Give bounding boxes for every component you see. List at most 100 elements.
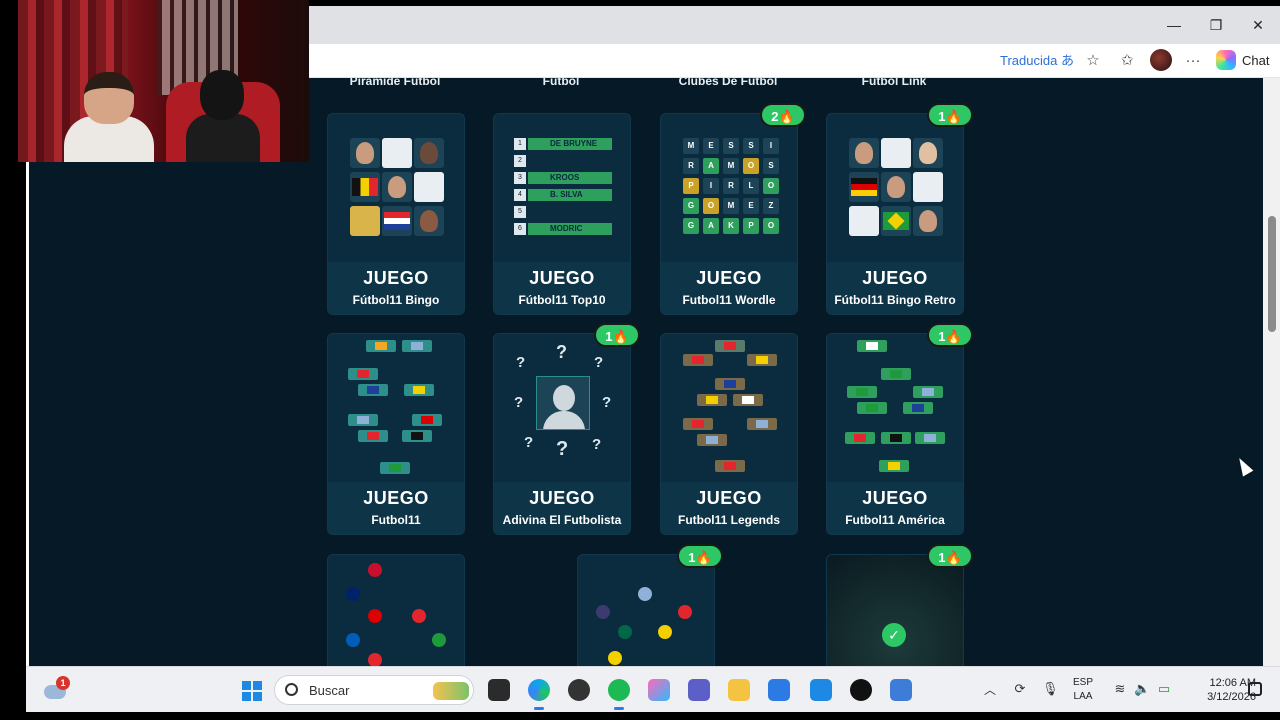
favorite-star-icon[interactable]: ☆	[1082, 50, 1104, 72]
wordle-cell: M	[723, 198, 739, 214]
more-menu-icon[interactable]: ···	[1182, 50, 1204, 72]
favorites-icon[interactable]: ✩	[1116, 50, 1138, 72]
card-title: Futbol11 Legends	[677, 513, 780, 527]
streak-badge: 1🔥	[927, 103, 973, 127]
outlook-icon[interactable]	[890, 679, 912, 701]
notification-badge: 1	[56, 676, 70, 690]
wordle-cell: E	[743, 198, 759, 214]
chat-button[interactable]: Chat	[1242, 51, 1269, 71]
game-card-bingo-retro[interactable]: JUEGO Fútbol11 Bingo Retro	[826, 113, 964, 315]
screen: — ❐ ✕ Traducida あ ☆ ✩ ··· Chat Pirámide …	[0, 0, 1280, 720]
store-icon[interactable]	[768, 679, 790, 701]
copilot-icon[interactable]	[1216, 50, 1236, 70]
app-icon[interactable]	[568, 679, 590, 701]
game-card-bingo[interactable]: JUEGO Fútbol11 Bingo	[327, 113, 465, 315]
wordle-cell: P	[743, 218, 759, 234]
card-kicker: JUEGO	[862, 268, 928, 288]
sync-icon[interactable]: ⟳	[1012, 681, 1028, 697]
translate-icon: あ	[1060, 53, 1074, 68]
profile-avatar[interactable]	[1150, 49, 1172, 71]
wifi-icon[interactable]: ≋	[1112, 681, 1128, 697]
top-row-title: Fútbol Link	[861, 78, 927, 88]
translate-button[interactable]: Traducida あ	[1000, 51, 1074, 71]
person-left	[54, 72, 164, 162]
card-kicker: JUEGO	[529, 268, 595, 288]
card-title: Adivina El Futbolista	[502, 513, 622, 527]
teams-icon[interactable]	[688, 679, 710, 701]
battery-icon[interactable]: ▭	[1156, 681, 1172, 697]
scroll-thumb[interactable]	[1268, 216, 1276, 332]
minimize-icon[interactable]: —	[1164, 15, 1184, 35]
language-indicator[interactable]: ESP LAA	[1068, 676, 1098, 704]
game-card-row3-3[interactable]: ✓	[826, 554, 964, 670]
system-clock[interactable]: 12:06 AM 3/12/2026	[1176, 676, 1256, 704]
dell-icon[interactable]	[850, 679, 872, 701]
card-title: Fútbol11 Bingo	[352, 293, 440, 307]
card-kicker: JUEGO	[862, 488, 928, 508]
card-kicker: JUEGO	[363, 268, 429, 288]
search-highlight-icon	[433, 682, 469, 700]
search-placeholder: Buscar	[309, 683, 350, 698]
card-title: Futbol11 América	[845, 513, 945, 527]
club-logo-icon	[414, 172, 444, 202]
taskbar-search[interactable]: Buscar	[274, 675, 474, 705]
streak-badge: 1🔥	[927, 323, 973, 347]
page-content: Pirámide Fútbol Fútbol Clubes De Fútbol …	[29, 78, 1263, 670]
chevron-up-icon[interactable]: ︿	[984, 681, 996, 698]
mail-icon[interactable]	[810, 679, 832, 701]
trophy-icon	[881, 138, 911, 168]
top-row-title: Fútbol	[542, 78, 580, 88]
completed-diagram: ✓	[827, 555, 963, 670]
scrollbar[interactable]	[1263, 78, 1280, 670]
layout-code: LAA	[1073, 691, 1093, 702]
wordle-cell: Z	[763, 198, 779, 214]
game-card-america[interactable]: JUEGO Futbol11 América	[826, 333, 964, 535]
check-icon: ✓	[882, 623, 906, 647]
club-logo-icon	[382, 138, 412, 168]
game-card-row3-1[interactable]	[327, 554, 465, 670]
wordle-cell: O	[743, 158, 759, 174]
nations-diagram	[578, 555, 714, 670]
game-card-row3-2[interactable]	[577, 554, 715, 670]
wordle-cell: M	[683, 138, 699, 154]
bingo-grid	[328, 114, 464, 262]
streak-badge: 1🔥	[677, 544, 723, 568]
streak-badge: 1🔥	[594, 323, 640, 347]
spotify-icon[interactable]	[608, 679, 630, 710]
maximize-icon[interactable]: ❐	[1206, 15, 1226, 35]
game-card-legends[interactable]: JUEGO Futbol11 Legends	[660, 333, 798, 535]
game-card-wordle[interactable]: MESSIRAMOSPIRLOGOMEZGAKPO JUEGO Futbol11…	[660, 113, 798, 315]
wordle-cell: A	[703, 158, 719, 174]
game-card-adivina[interactable]: ? ? ? ? ? ? ? ? JUEGO Adivina El Futboli…	[493, 333, 631, 535]
bingo-retro-grid	[827, 114, 963, 262]
wordle-cell: S	[723, 138, 739, 154]
notification-icon[interactable]	[1248, 682, 1262, 696]
microphone-icon[interactable]: 🎙	[1042, 681, 1059, 697]
search-icon	[285, 683, 298, 696]
edge-icon[interactable]	[528, 679, 550, 710]
volume-icon[interactable]: 🔈	[1134, 681, 1150, 697]
copilot-taskbar-icon[interactable]	[648, 679, 670, 701]
game-card-futbol11[interactable]: JUEGO Futbol11	[327, 333, 465, 535]
wordle-cell: G	[683, 218, 699, 234]
card-kicker: JUEGO	[363, 488, 429, 508]
club-logo-icon	[350, 206, 380, 236]
game-card-top10[interactable]: 1 DE BRUYNE 2 3 KROOS 4 B. SILVA 5 6 MOD…	[493, 113, 631, 315]
wordle-cell: S	[743, 138, 759, 154]
card-title: Futbol11 Wordle	[682, 293, 776, 307]
clock-date: 3/12/2026	[1207, 691, 1256, 703]
wordle-cell: O	[763, 178, 779, 194]
start-icon[interactable]	[242, 681, 262, 701]
streak-badge: 2🔥	[760, 103, 806, 127]
close-icon[interactable]: ✕	[1248, 15, 1268, 35]
wordle-cell: L	[743, 178, 759, 194]
streak-badge: 1🔥	[927, 544, 973, 568]
wordle-cell: I	[763, 138, 779, 154]
folder-icon[interactable]	[728, 679, 750, 701]
card-title: Fútbol11 Top10	[518, 293, 606, 307]
task-view-icon[interactable]	[488, 679, 510, 701]
card-kicker: JUEGO	[696, 268, 762, 288]
america-diagram	[827, 334, 963, 482]
wordle-grid: MESSIRAMOSPIRLOGOMEZGAKPO	[661, 114, 797, 262]
wordle-cell: K	[723, 218, 739, 234]
